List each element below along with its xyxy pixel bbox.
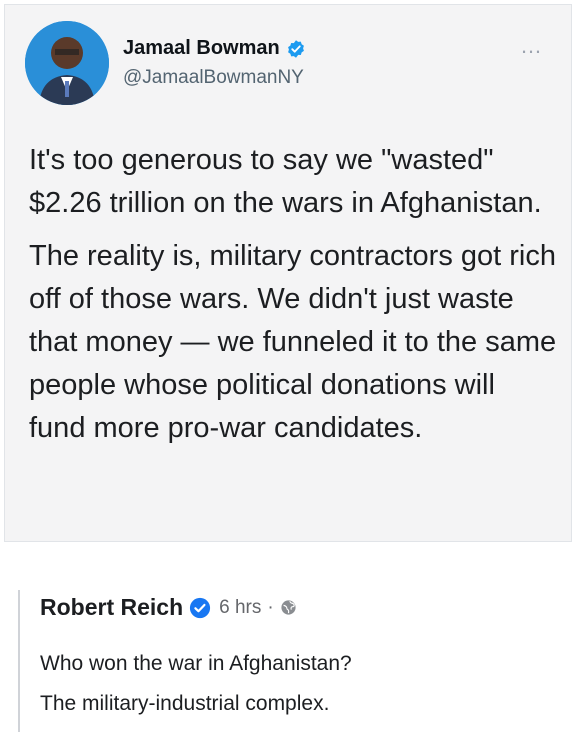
post-author-row: Robert Reich 6 hrs · — [40, 594, 297, 621]
post-timestamp[interactable]: 6 hrs — [219, 597, 261, 619]
post-text-line: The military-industrial complex. — [40, 692, 330, 715]
tweet-author-handle[interactable]: @JamaalBowmanNY — [123, 67, 304, 89]
tweet-author-row: Jamaal Bowman — [123, 37, 306, 60]
verified-badge-icon — [190, 597, 211, 618]
separator-dot: · — [267, 596, 274, 618]
avatar-image — [25, 21, 109, 105]
tweet-body: It's too generous to say we "wasted" $2.… — [29, 139, 559, 460]
post-caption: Robert Reich 6 hrs · Who won the war in … — [18, 590, 558, 732]
globe-icon[interactable] — [280, 599, 297, 616]
post-text-line: Who won the war in Afghanistan? — [40, 652, 352, 675]
tweet-paragraph: The reality is, military contractors got… — [29, 240, 557, 444]
tweet-author-name[interactable]: Jamaal Bowman — [123, 37, 280, 60]
more-options-icon[interactable]: … — [520, 35, 543, 57]
tweet-paragraph: It's too generous to say we "wasted" $2.… — [29, 144, 542, 219]
avatar[interactable] — [25, 21, 109, 105]
post-author-name[interactable]: Robert Reich — [40, 594, 183, 621]
embedded-tweet-card[interactable]: Jamaal Bowman @JamaalBowmanNY … It's too… — [4, 4, 572, 542]
verified-badge-icon — [287, 39, 304, 58]
